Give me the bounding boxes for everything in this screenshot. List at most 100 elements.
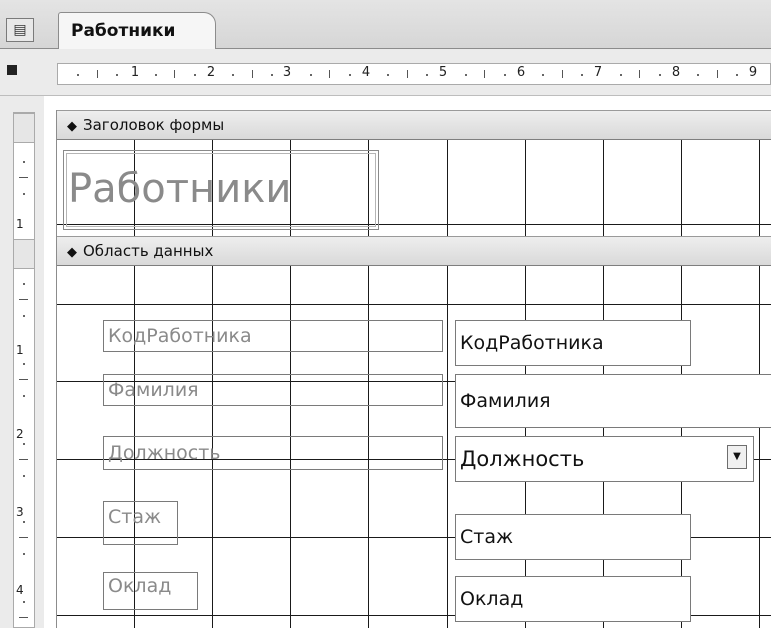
ruler-tick xyxy=(251,70,253,78)
ruler-dot xyxy=(116,74,119,76)
label-text: Оклад xyxy=(108,575,172,597)
field-dolzhnost-combobox[interactable]: Должность ▼ xyxy=(455,436,754,482)
label-text: Фамилия xyxy=(108,379,199,401)
field-text: Стаж xyxy=(460,526,514,548)
ruler-section-marker xyxy=(14,113,34,143)
ruler-section-marker xyxy=(14,239,34,269)
label-stazh[interactable]: Стаж xyxy=(103,501,178,545)
ruler-dot xyxy=(542,74,545,76)
ruler-tick xyxy=(174,70,176,78)
ruler-dot xyxy=(23,395,25,397)
ruler-dot xyxy=(387,74,390,76)
ruler-dot xyxy=(23,553,25,555)
label-text: Стаж xyxy=(108,506,162,528)
ruler-row: 1 2 3 4 5 6 7 8 9 xyxy=(0,49,771,96)
horizontal-ruler[interactable]: 1 2 3 4 5 6 7 8 9 xyxy=(57,63,771,85)
ruler-tick xyxy=(716,70,718,78)
form-header-section-bar[interactable]: ◆ Заголовок формы xyxy=(57,110,771,140)
ruler-number: 2 xyxy=(16,427,24,441)
ruler-number: 1 xyxy=(16,217,24,231)
ruler-tick xyxy=(19,177,28,178)
document-tab[interactable]: Работники xyxy=(58,12,217,49)
form-design-surface[interactable]: ◆ Заголовок формы Работники ◆ Область данн… xyxy=(56,110,771,628)
ruler-dot xyxy=(23,601,25,603)
detail-section-label: Область данных xyxy=(83,242,214,260)
field-familiya[interactable]: Фамилия xyxy=(455,374,771,428)
form-title-text: Работники xyxy=(68,166,292,212)
ruler-dot xyxy=(503,74,506,76)
ruler-number: 1 xyxy=(16,343,24,357)
ruler-number: 3 xyxy=(282,65,292,80)
section-arrow-icon: ◆ xyxy=(67,245,77,260)
ruler-dot xyxy=(193,74,196,76)
ruler-dot xyxy=(271,74,274,76)
field-text: КодРаботника xyxy=(460,332,604,354)
label-dolzhnost[interactable]: Должность xyxy=(103,436,443,470)
ruler-tick xyxy=(406,70,408,78)
ruler-dot xyxy=(232,74,235,76)
ruler-tick xyxy=(484,70,486,78)
label-text: КодРаботника xyxy=(108,325,252,347)
label-familiya[interactable]: Фамилия xyxy=(103,374,443,406)
form-title-label[interactable]: Работники xyxy=(63,150,379,230)
ruler-number: 7 xyxy=(593,65,603,80)
vertical-ruler-column: 1 1 2 3 4 xyxy=(0,96,44,628)
ruler-tick xyxy=(19,617,28,618)
grid-line xyxy=(525,140,526,236)
detail-section-bar[interactable]: ◆ Область данных xyxy=(57,236,771,266)
ruler-dot xyxy=(154,74,157,76)
ruler-number: 8 xyxy=(671,65,681,80)
label-oklad[interactable]: Оклад xyxy=(103,572,198,610)
vertical-ruler[interactable]: 1 1 2 3 4 xyxy=(13,112,35,628)
ruler-number: 4 xyxy=(16,583,24,597)
ruler-dot xyxy=(23,161,25,163)
ruler-number: 6 xyxy=(516,65,526,80)
ruler-dot xyxy=(23,521,25,523)
ruler-dot xyxy=(581,74,584,76)
form-header-grid[interactable]: Работники xyxy=(57,140,771,236)
grid-line xyxy=(447,266,448,628)
ruler-number: 2 xyxy=(206,65,216,80)
ruler-tick xyxy=(639,70,641,78)
form-header-section-label: Заголовок формы xyxy=(83,116,225,134)
ruler-dot xyxy=(23,315,25,317)
field-kodrabotnika[interactable]: КодРаботника xyxy=(455,320,691,366)
grid-line xyxy=(57,304,771,305)
ruler-tick xyxy=(19,537,28,538)
field-stazh[interactable]: Стаж xyxy=(455,514,691,560)
ruler-dot xyxy=(77,74,80,76)
detail-grid[interactable]: КодРаботника Фамилия Должность Стаж Окла… xyxy=(57,266,771,628)
field-text: Фамилия xyxy=(460,390,551,412)
ruler-dot xyxy=(23,475,25,477)
label-text: Должность xyxy=(108,442,221,464)
grid-line xyxy=(759,266,760,628)
document-tab-label: Работники xyxy=(71,21,176,41)
ruler-number: 4 xyxy=(361,65,371,80)
ruler-dot xyxy=(23,363,25,365)
ruler-dot xyxy=(23,283,25,285)
section-arrow-icon: ◆ xyxy=(67,119,77,134)
grid-line xyxy=(603,140,604,236)
ruler-dot xyxy=(348,74,351,76)
grid-line xyxy=(681,140,682,236)
ruler-number: 9 xyxy=(748,65,758,80)
form-selector-button[interactable] xyxy=(7,65,17,75)
ruler-dot xyxy=(426,74,429,76)
ruler-number: 5 xyxy=(438,65,448,80)
field-oklad[interactable]: Оклад xyxy=(455,576,691,622)
document-tab-bar: ▤ Работники xyxy=(0,0,771,49)
ruler-tick xyxy=(561,70,563,78)
ruler-dot xyxy=(697,74,700,76)
ruler-dot xyxy=(464,74,467,76)
ruler-dot xyxy=(619,74,622,76)
ruler-number: 1 xyxy=(130,65,140,80)
chevron-down-icon[interactable]: ▼ xyxy=(727,445,747,469)
ruler-number: 3 xyxy=(16,505,24,519)
grid-line xyxy=(759,140,760,236)
field-text: Оклад xyxy=(460,588,524,610)
ruler-dot xyxy=(736,74,739,76)
ruler-dot xyxy=(23,443,25,445)
grid-line xyxy=(447,140,448,236)
label-kodrabotnika[interactable]: КодРаботника xyxy=(103,320,443,352)
form-icon[interactable]: ▤ xyxy=(6,18,34,42)
